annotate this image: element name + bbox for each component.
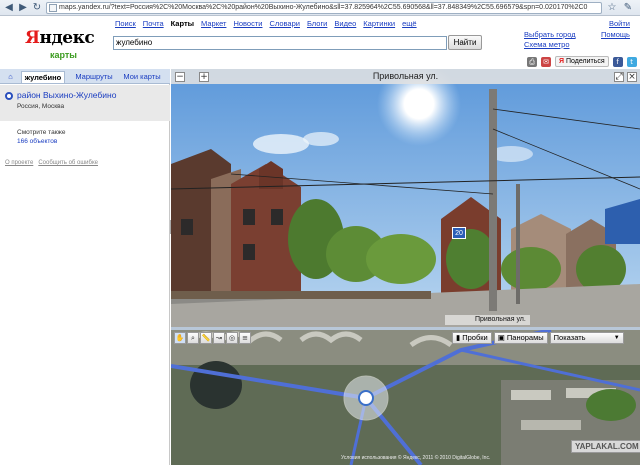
find-button[interactable]: Найти (448, 35, 482, 50)
login-link[interactable]: Войти (609, 19, 630, 28)
service-link[interactable]: Картинки (363, 19, 395, 31)
layers-icon[interactable]: ≡ (239, 332, 251, 344)
star-icon[interactable]: ☆ (606, 2, 618, 14)
logo-maps-label: карты (50, 50, 77, 60)
service-link[interactable]: Видео (334, 19, 356, 31)
back-icon[interactable]: ◀ (3, 2, 15, 14)
panel-tabs: ⌂ жулебино Маршруты Мои карты (0, 69, 170, 84)
twitter-icon[interactable]: t (626, 56, 637, 67)
panel-footer-links: О проекте Сообщить об ошибке (5, 160, 98, 166)
service-link[interactable]: Почта (143, 19, 164, 31)
service-link[interactable]: Словари (269, 19, 299, 31)
map-tools: ✋ ⌕ 📏 ↝ ◎ ≡ (174, 332, 251, 344)
route-icon[interactable]: ↝ (213, 332, 225, 344)
share-button[interactable]: Я Поделиться (555, 56, 609, 67)
show-label: Показать (553, 333, 586, 342)
service-link[interactable]: Поиск (115, 19, 136, 31)
left-panel: ⌂ жулебино Маршруты Мои карты район Выхи… (0, 69, 170, 465)
choose-city-link[interactable]: Выбрать город (524, 30, 576, 39)
panoramas-label: Панорамы (506, 333, 544, 342)
browser-toolbar: ◀ ▶ ↻ maps.yandex.ru/?text=Россия%2C%20М… (0, 0, 640, 16)
panoramas-button[interactable]: ▣ Панорамы (493, 332, 548, 344)
search-result[interactable]: район Выхино-Жулебино Россия, Москва (0, 85, 170, 121)
objects-link[interactable]: 166 объектов (17, 138, 57, 145)
watermark: YAPLAKAL.COM (571, 440, 640, 453)
chevron-down-icon: ▼ (613, 335, 620, 341)
map-buttons: ▮ Пробки ▣ Панорамы Показать ▼ (452, 332, 624, 344)
service-link[interactable]: Карты (171, 19, 194, 31)
print-icon[interactable]: ⎙ (527, 56, 537, 67)
satellite-image (171, 330, 640, 465)
service-link[interactable]: ещё (402, 19, 417, 31)
search-input[interactable]: жулебино (113, 36, 447, 50)
home-icon[interactable]: ⌂ (3, 71, 18, 83)
yandex-logo[interactable]: Яндекс карты (25, 28, 95, 60)
about-project-link[interactable]: О проекте (5, 160, 33, 166)
reload-icon[interactable]: ↻ (31, 2, 43, 14)
traffic-label: Пробки (462, 333, 488, 342)
share-bar: ⎙ ✉ Я Поделиться f t (527, 56, 637, 67)
ruler-icon[interactable]: 📏 (200, 332, 212, 344)
logo-text: ндекс (39, 28, 95, 48)
email-icon[interactable]: ✉ (541, 56, 551, 67)
service-link[interactable]: Блоги (307, 19, 327, 31)
address-text: maps.yandex.ru/?text=Россия%2C%20Москва%… (59, 4, 588, 11)
result-subtitle: Россия, Москва (17, 103, 65, 110)
address-bar[interactable]: maps.yandex.ru/?text=Россия%2C%20Москва%… (46, 2, 602, 14)
panorama-image (171, 69, 640, 327)
street-label: Привольная ул. (445, 315, 530, 325)
result-marker-icon (5, 92, 13, 100)
forward-icon[interactable]: ▶ (17, 2, 29, 14)
zoom-icon[interactable]: ⌕ (187, 332, 199, 344)
panorama-view[interactable]: − + Привольная ул. ⤢ × 20 Привольная ул. (171, 69, 640, 327)
close-icon[interactable]: × (627, 72, 637, 82)
share-label: Поделиться (565, 58, 605, 65)
metro-map-link[interactable]: Схема метро (524, 40, 570, 49)
hand-icon[interactable]: ✋ (174, 332, 186, 344)
house-number-badge: 20 (452, 227, 466, 239)
copyright-text: Условия использования © Яндекс, 2011 © 2… (341, 455, 491, 461)
show-dropdown[interactable]: Показать ▼ (549, 332, 624, 344)
wrench-icon[interactable]: ✎ (622, 2, 634, 14)
tab-search[interactable]: жулебино (21, 71, 65, 83)
page-icon (49, 4, 57, 12)
panorama-icon[interactable]: ◎ (226, 332, 238, 344)
tab-routes[interactable]: Маршруты (72, 71, 116, 83)
traffic-button[interactable]: ▮ Пробки (452, 332, 492, 344)
facebook-icon[interactable]: f (612, 56, 623, 67)
help-link[interactable]: Помощь (601, 30, 630, 39)
satellite-map[interactable]: ✋ ⌕ 📏 ↝ ◎ ≡ ▮ Пробки ▣ Панорамы Показать… (171, 330, 640, 465)
services-nav: Поиск Почта Карты Маркет Новости Словари Блоги… (115, 19, 417, 31)
tab-my-maps[interactable]: Мои карты (120, 71, 164, 83)
service-link[interactable]: Маркет (201, 19, 226, 31)
result-title[interactable]: район Выхино-Жулебино (17, 90, 116, 100)
report-error-link[interactable]: Сообщить об ошибке (38, 160, 98, 166)
panorama-toolbar: − + Привольная ул. ⤢ × (171, 69, 640, 84)
logo-letter: Я (25, 28, 40, 48)
fullscreen-icon[interactable]: ⤢ (614, 72, 624, 82)
panorama-title: Привольная ул. (372, 71, 439, 81)
see-also-label: Смотрите также (17, 129, 66, 136)
search-value: жулебино (116, 38, 153, 47)
service-link[interactable]: Новости (233, 19, 262, 31)
